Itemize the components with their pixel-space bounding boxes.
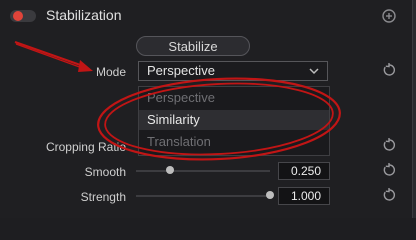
smooth-label: Smooth xyxy=(84,165,126,179)
cropping-ratio-label: Cropping Ratio xyxy=(45,140,126,154)
section-title: Stabilization xyxy=(46,7,122,23)
strength-slider-track[interactable] xyxy=(136,195,270,197)
scrollbar[interactable] xyxy=(412,0,416,218)
smooth-reset-icon[interactable] xyxy=(382,163,396,177)
smooth-slider-handle[interactable] xyxy=(165,166,174,174)
smooth-slider-track[interactable] xyxy=(136,170,270,172)
cropping-reset-icon[interactable] xyxy=(382,138,396,152)
menu-item-perspective[interactable]: Perspective xyxy=(139,88,329,108)
mode-reset-icon[interactable] xyxy=(382,63,396,77)
strength-slider-handle[interactable] xyxy=(266,191,274,199)
reset-keyframe-icon[interactable] xyxy=(381,8,397,24)
mode-select-value: Perspective xyxy=(147,63,215,78)
mode-dropdown-menu: Perspective Similarity Translation xyxy=(138,86,330,156)
menu-item-translation[interactable]: Translation xyxy=(139,132,329,152)
chevron-down-icon xyxy=(309,68,319,75)
smooth-value-field[interactable]: 0.250 xyxy=(278,162,330,180)
strength-reset-icon[interactable] xyxy=(382,188,396,202)
mode-select[interactable]: Perspective xyxy=(138,61,328,81)
stabilization-toggle[interactable] xyxy=(10,10,36,22)
mode-label: Mode xyxy=(95,65,126,79)
strength-value-field[interactable]: 1.000 xyxy=(278,187,330,205)
stabilize-button[interactable]: Stabilize xyxy=(136,36,250,56)
menu-item-similarity[interactable]: Similarity xyxy=(139,110,329,130)
strength-label: Strength xyxy=(80,190,126,204)
toggle-knob xyxy=(13,11,23,21)
